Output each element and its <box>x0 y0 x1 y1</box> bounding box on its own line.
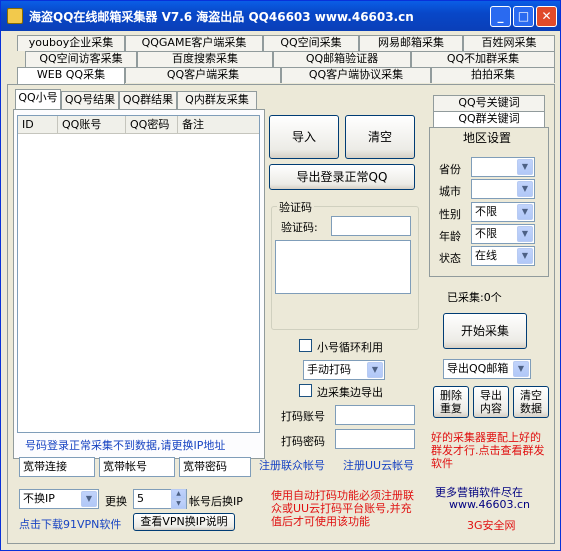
export-target-value: 导出QQ邮箱 <box>447 362 509 375</box>
tab-webqq[interactable]: WEB QQ采集 <box>17 67 125 85</box>
tab-qzone-visitor[interactable]: QQ空间访客采集 <box>25 51 137 67</box>
gender-label: 性别 <box>439 208 461 221</box>
clear-button[interactable]: 清空 <box>345 115 415 159</box>
clear-data-button[interactable]: 清空 数据 <box>513 386 549 418</box>
app-icon <box>7 8 23 24</box>
subtab-qq-result[interactable]: QQ号结果 <box>61 91 119 109</box>
status-value: 在线 <box>475 249 497 262</box>
download-vpn-link[interactable]: 点击下载91VPN软件 <box>19 516 121 532</box>
column-id[interactable]: ID <box>18 116 58 134</box>
export-content-button[interactable]: 导出 内容 <box>473 386 509 418</box>
captcha-mode-select[interactable]: 手动打码 ▼ <box>303 360 385 380</box>
city-select[interactable]: ▼ <box>471 179 535 199</box>
account-list[interactable]: ID QQ账号 QQ密码 备注 <box>17 115 260 433</box>
chevron-down-icon[interactable]: ▼ <box>81 491 97 507</box>
column-note[interactable]: 备注 <box>178 116 259 134</box>
tab-paipai[interactable]: 拍拍采集 <box>431 67 555 83</box>
loop-checkbox[interactable] <box>299 339 312 352</box>
list-header: ID QQ账号 QQ密码 备注 <box>18 116 259 134</box>
broadband-connection-input[interactable]: 宽带连接 <box>19 457 95 477</box>
ip-hint: 号码登录正常采集不到数据,请更换IP地址 <box>25 439 226 452</box>
export-while-label: 边采集边导出 <box>317 386 383 399</box>
status-select[interactable]: 在线 ▼ <box>471 246 535 266</box>
start-button[interactable]: 开始采集 <box>443 313 527 349</box>
tab-qqmail-verify[interactable]: QQ邮箱验证器 <box>273 51 411 67</box>
minimize-button[interactable]: _ <box>490 6 511 27</box>
gender-value: 不限 <box>475 205 497 218</box>
coder-notice: 使用自动打码功能必须注册联众或UU云打码平台账号,并充值后才可使用该功能 <box>271 489 414 528</box>
tab-no-group[interactable]: QQ不加群采集 <box>411 51 555 67</box>
ip-mode-value: 不换IP <box>23 492 55 505</box>
coder-account-label: 打码账号 <box>281 410 325 423</box>
region-title: 地区设置 <box>463 131 512 145</box>
collected-count: 已采集:0个 <box>447 291 502 304</box>
tab-163mail[interactable]: 网易邮箱采集 <box>359 35 463 51</box>
promo-brand: 3G安全网 <box>467 519 516 532</box>
spin-down-icon[interactable]: ▼ <box>171 499 186 509</box>
count-spinner[interactable]: ▲ ▼ <box>171 489 186 509</box>
register-lianzhong-link[interactable]: 注册联众帐号 <box>259 457 325 473</box>
export-normal-button[interactable]: 导出登录正常QQ <box>269 164 415 190</box>
city-label: 城市 <box>439 185 461 198</box>
age-label: 年龄 <box>439 230 461 243</box>
tab-qqgame[interactable]: QQGAME客户端采集 <box>125 35 263 51</box>
chevron-down-icon[interactable]: ▼ <box>517 226 533 242</box>
age-value: 不限 <box>475 227 497 240</box>
column-qq-account[interactable]: QQ账号 <box>58 116 126 134</box>
chevron-down-icon[interactable]: ▼ <box>517 204 533 220</box>
window-title: 海盗QQ在线邮箱采集器 V7.6 海盗出品 QQ46603 www.46603.… <box>29 10 414 24</box>
chevron-down-icon[interactable]: ▼ <box>513 361 529 377</box>
spin-up-icon[interactable]: ▲ <box>171 489 186 499</box>
broadband-password-input[interactable]: 宽带密码 <box>179 457 251 477</box>
dedupe-button[interactable]: 删除 重复 <box>433 386 469 418</box>
maximize-button[interactable]: □ <box>513 6 534 27</box>
chevron-down-icon[interactable]: ▼ <box>517 248 533 264</box>
chevron-down-icon[interactable]: ▼ <box>517 181 533 197</box>
promo-link[interactable]: 好的采集器要配上好的群发才行.点击查看群发软件 <box>431 431 549 470</box>
captcha-group-label: 验证码 <box>277 199 314 215</box>
chevron-down-icon[interactable]: ▼ <box>517 159 533 175</box>
promo-url[interactable]: www.46603.cn <box>449 498 530 511</box>
tab-youboy[interactable]: youboy企业采集 <box>17 35 125 51</box>
loop-label: 小号循环利用 <box>317 341 383 354</box>
ip-mode-select[interactable]: 不换IP ▼ <box>19 489 99 509</box>
tab-qq-client[interactable]: QQ客户端采集 <box>125 67 281 83</box>
captcha-image <box>275 240 411 294</box>
coder-account-input[interactable] <box>335 405 415 425</box>
close-button[interactable]: ✕ <box>536 6 557 27</box>
tab-baidu-search[interactable]: 百度搜索采集 <box>137 51 273 67</box>
change-label: 更换 <box>105 495 127 508</box>
captcha-input[interactable] <box>331 216 411 236</box>
broadband-account-input[interactable]: 宽带帐号 <box>99 457 175 477</box>
province-label: 省份 <box>439 163 461 176</box>
tab-qzone[interactable]: QQ空间采集 <box>263 35 359 51</box>
export-target-select[interactable]: 导出QQ邮箱 ▼ <box>443 359 531 379</box>
title-bar[interactable]: 海盗QQ在线邮箱采集器 V7.6 海盗出品 QQ46603 www.46603.… <box>1 1 560 31</box>
column-qq-password[interactable]: QQ密码 <box>126 116 178 134</box>
tab-baixing[interactable]: 百姓网采集 <box>463 35 555 51</box>
province-select[interactable]: ▼ <box>471 157 535 177</box>
import-button[interactable]: 导入 <box>269 115 339 159</box>
main-window: 海盗QQ在线邮箱采集器 V7.6 海盗出品 QQ46603 www.46603.… <box>0 0 561 551</box>
subtab-group-result[interactable]: QQ群结果 <box>119 91 177 109</box>
tab-qq-keyword[interactable]: QQ号关键词 <box>433 95 545 111</box>
tab-qq-client-protocol[interactable]: QQ客户端协议采集 <box>281 67 431 83</box>
gender-select[interactable]: 不限 ▼ <box>471 202 535 222</box>
subtab-qq-small[interactable]: QQ小号 <box>15 89 61 109</box>
captcha-label: 验证码: <box>281 221 318 234</box>
export-while-checkbox[interactable] <box>299 384 312 397</box>
age-select[interactable]: 不限 ▼ <box>471 224 535 244</box>
register-uuyun-link[interactable]: 注册UU云帐号 <box>343 457 414 473</box>
change-after-label: 帐号后换IP <box>189 495 243 508</box>
coder-password-label: 打码密码 <box>281 435 325 448</box>
vpn-help-button[interactable]: 查看VPN换IP说明 <box>133 513 235 531</box>
subtab-group-friends[interactable]: Q内群友采集 <box>177 91 257 109</box>
status-label: 状态 <box>439 252 461 265</box>
chevron-down-icon[interactable]: ▼ <box>367 362 383 378</box>
captcha-mode-value: 手动打码 <box>307 363 351 376</box>
coder-password-input[interactable] <box>335 429 415 449</box>
